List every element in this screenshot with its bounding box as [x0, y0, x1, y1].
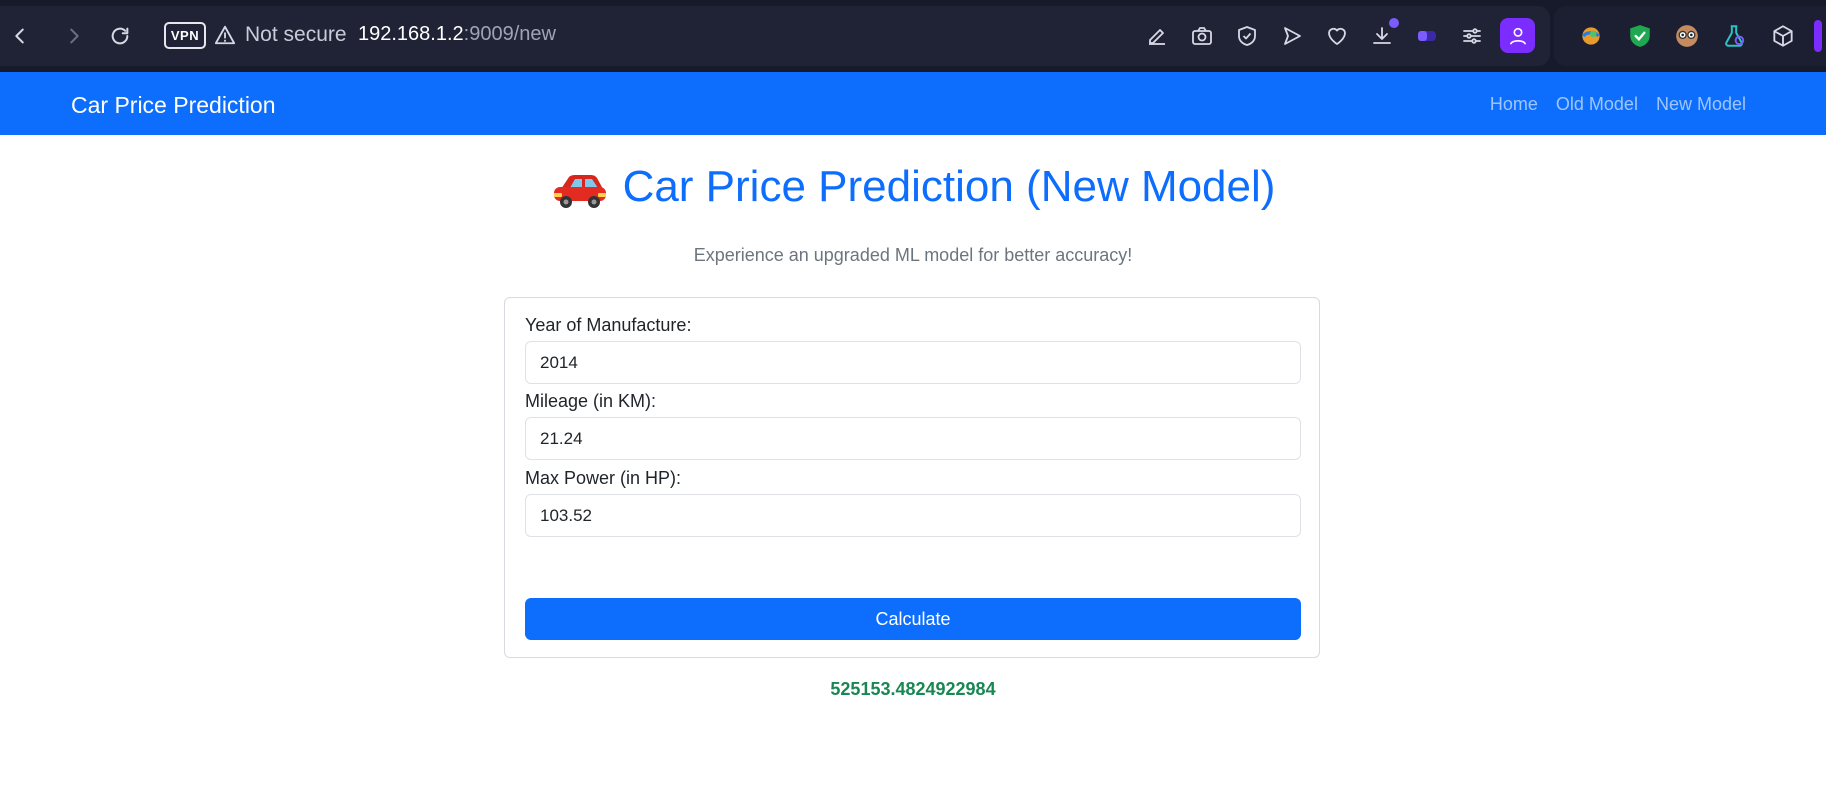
download-badge: [1389, 18, 1399, 28]
battery-saver-icon[interactable]: [1412, 21, 1442, 51]
url-path: :9009/new: [463, 23, 556, 45]
browser-toolbar: VPN Not secure 192.168.1.2:9009/new: [0, 0, 1826, 72]
shield-check-extension-icon[interactable]: [1625, 21, 1655, 51]
edit-page-icon[interactable]: [1142, 21, 1172, 51]
profile-icon[interactable]: [1500, 18, 1535, 53]
prediction-form-card: Year of Manufacture: Mileage (in KM): Ma…: [504, 297, 1320, 658]
camera-icon[interactable]: [1187, 21, 1217, 51]
glasses-face-extension-icon[interactable]: [1672, 21, 1702, 51]
page-title-text: Car Price Prediction (New Model): [622, 162, 1276, 211]
nav-links: Home Old Model New Model: [1490, 94, 1746, 115]
max-power-label: Max Power (in HP):: [525, 468, 682, 488]
url-bar[interactable]: 192.168.1.2:9009/new: [358, 23, 556, 46]
navbar-brand[interactable]: Car Price Prediction: [71, 92, 276, 119]
shield-icon[interactable]: [1232, 21, 1262, 51]
car-icon: [551, 167, 609, 211]
page-subtitle: Experience an upgraded ML model for bett…: [693, 245, 1133, 265]
warning-icon[interactable]: [214, 24, 236, 46]
globe-extension-icon[interactable]: [1576, 21, 1606, 51]
year-label: Year of Manufacture:: [525, 315, 692, 335]
heart-icon[interactable]: [1322, 21, 1352, 51]
max-power-input[interactable]: [525, 494, 1301, 537]
forward-icon[interactable]: [60, 22, 88, 50]
reload-icon[interactable]: [106, 22, 134, 50]
nav-link-old-model[interactable]: Old Model: [1556, 94, 1638, 115]
nav-link-new-model[interactable]: New Model: [1656, 94, 1746, 115]
mileage-label: Mileage (in KM):: [525, 391, 657, 411]
flask-extension-icon[interactable]: [1719, 21, 1749, 51]
prediction-result: 525153.4824922984: [830, 679, 996, 699]
nav-link-home[interactable]: Home: [1490, 94, 1538, 115]
vpn-badge[interactable]: VPN: [164, 22, 206, 49]
url-host: 192.168.1.2: [358, 23, 464, 45]
cube-extension-icon[interactable]: [1768, 21, 1798, 51]
calculate-button[interactable]: Calculate: [525, 598, 1301, 640]
sidebar-handle[interactable]: [1814, 20, 1822, 52]
send-icon[interactable]: [1277, 21, 1307, 51]
settings-sliders-icon[interactable]: [1457, 21, 1487, 51]
year-input[interactable]: [525, 341, 1301, 384]
security-status[interactable]: Not secure: [245, 23, 347, 47]
navbar: Car Price Prediction Home Old Model New …: [0, 72, 1826, 135]
mileage-input[interactable]: [525, 417, 1301, 460]
page-title: Car Price Prediction (New Model): [0, 162, 1826, 212]
back-icon[interactable]: [6, 22, 34, 50]
